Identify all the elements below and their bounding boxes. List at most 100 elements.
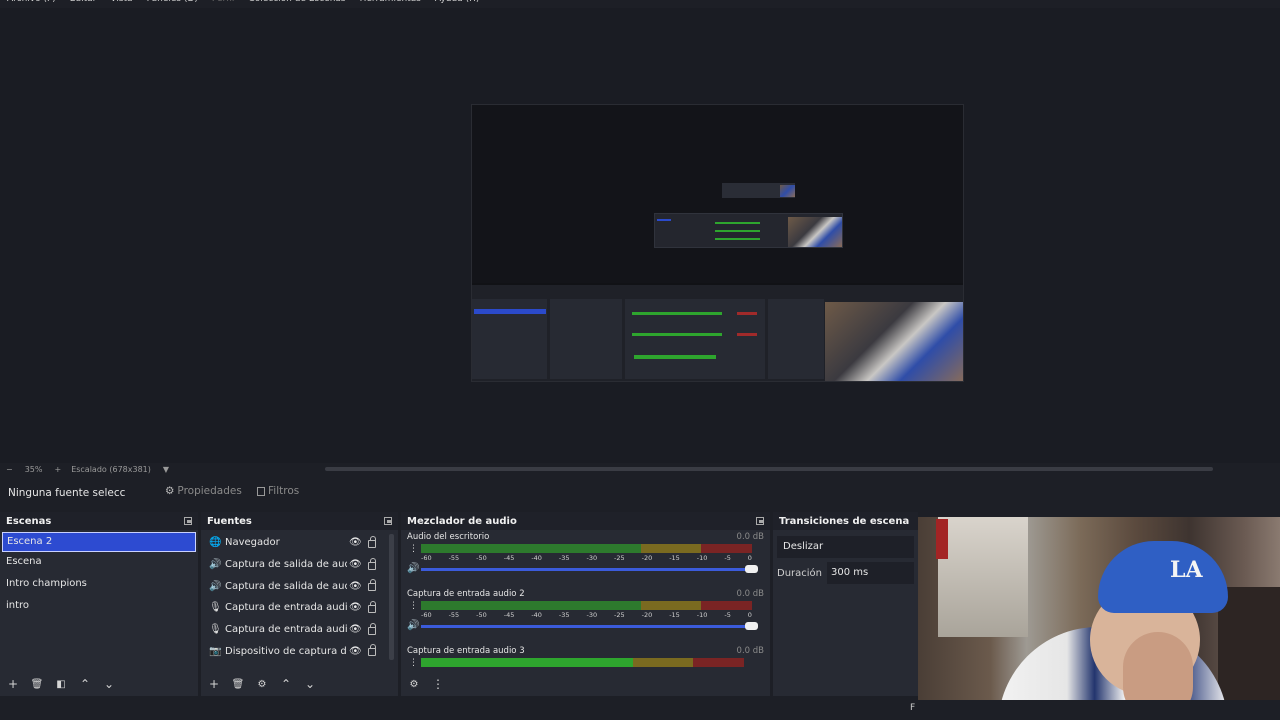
menu-bar: Archivo (F) Editar Vista Paneles (D) Per… <box>0 0 1280 8</box>
remove-scene-button[interactable]: 🗑 <box>30 679 44 690</box>
source-item[interactable]: 📷 Dispositivo de captura de video 👁 <box>201 640 398 662</box>
visibility-eye-icon[interactable]: 👁 <box>349 624 362 635</box>
preview-canvas[interactable] <box>471 104 964 382</box>
nested-webcam-medium <box>788 217 842 247</box>
speaker-icon: 🔊 <box>209 559 222 571</box>
speaker-icon[interactable]: 🔊 <box>407 563 419 574</box>
scene-item[interactable]: Intro champions <box>0 574 198 596</box>
visibility-eye-icon[interactable]: 👁 <box>349 602 362 613</box>
audio-mixer-dock: Mezclador de audio Audio del escritorio 0… <box>401 512 770 696</box>
duration-row: Duración 300 ms <box>777 562 914 584</box>
volume-slider[interactable] <box>421 622 758 630</box>
duration-input[interactable]: 300 ms <box>827 562 914 584</box>
advanced-audio-settings-icon[interactable]: ⚙ <box>407 679 421 690</box>
speaker-icon[interactable]: 🔊 <box>407 620 419 631</box>
transitions-title: Transiciones de escena <box>779 515 910 527</box>
mixer-channel: Captura de entrada audio 3 0.0 dB ⋮ <box>401 644 770 674</box>
lock-icon[interactable] <box>368 579 376 592</box>
menu-file[interactable]: Archivo (F) <box>0 0 63 8</box>
volume-slider[interactable] <box>421 565 758 573</box>
source-label: Captura de entrada audio 3 <box>225 602 347 614</box>
browser-icon: 🌐 <box>209 537 222 549</box>
lock-icon[interactable] <box>368 644 376 657</box>
undock-icon[interactable] <box>384 517 392 525</box>
move-scene-down-button[interactable]: ⌄ <box>102 677 116 691</box>
remove-source-button[interactable]: 🗑 <box>231 679 245 690</box>
channel-db: 0.0 dB <box>736 589 764 599</box>
source-item[interactable]: 🌐 Navegador 👁 <box>201 532 398 554</box>
volume-slider-handle[interactable] <box>745 565 758 573</box>
microphone-icon: 🎙 <box>209 624 222 636</box>
visibility-eye-icon[interactable]: 👁 <box>349 581 362 592</box>
sources-scrollbar[interactable] <box>389 534 394 660</box>
lock-icon[interactable] <box>368 622 376 635</box>
channel-name: Captura de entrada audio 3 <box>407 646 525 656</box>
sources-dock-header: Fuentes <box>201 512 398 530</box>
mixer-dock-header: Mezclador de audio <box>401 512 770 530</box>
menu-edit[interactable]: Editar <box>63 0 104 8</box>
status-bar: F <box>0 700 1280 720</box>
scene-transitions-dock: Transiciones de escena Deslizar Duración… <box>773 512 918 696</box>
mixer-menu-icon[interactable]: ⋮ <box>431 677 445 691</box>
meter-ticks: -60 -55 -50 -45 -40 -35 -30 -25 -20 -15 -10 -5 0 <box>421 611 752 619</box>
scene-item[interactable]: Escena <box>0 552 198 574</box>
visibility-eye-icon[interactable]: 👁 <box>349 559 362 570</box>
source-label: Dispositivo de captura de video <box>225 645 347 657</box>
visibility-eye-icon[interactable]: 👁 <box>349 646 362 657</box>
menu-tools[interactable]: Herramientas <box>353 0 428 8</box>
source-item[interactable]: 🎙 Captura de entrada audio 3 👁 <box>201 597 398 619</box>
scene-item[interactable]: intro <box>0 596 198 618</box>
scene-item[interactable]: Escena 2 <box>2 532 196 552</box>
menu-profile[interactable]: Perfil <box>205 0 242 8</box>
transition-select[interactable]: Deslizar <box>777 536 914 558</box>
nested-webcam-large <box>825 302 963 381</box>
add-source-button[interactable]: + <box>207 677 221 691</box>
menu-docks[interactable]: Paneles (D) <box>140 0 205 8</box>
add-scene-button[interactable]: + <box>6 677 20 691</box>
mixer-title: Mezclador de audio <box>407 515 517 527</box>
undock-icon[interactable] <box>756 517 764 525</box>
source-item[interactable]: 🔊 Captura de salida de audio 3 👁 <box>201 554 398 576</box>
filters-label: Filtros <box>268 485 300 497</box>
move-source-up-button[interactable]: ⌃ <box>279 677 293 691</box>
channel-menu-icon[interactable]: ⋮ <box>409 658 418 668</box>
volume-slider-handle[interactable] <box>745 622 758 630</box>
volume-meter <box>421 658 752 667</box>
filters-button[interactable]: Filtros <box>257 485 299 497</box>
mixer-channel: Audio del escritorio 0.0 dB ⋮ -60 -55 -50 -4… <box>401 530 770 587</box>
nested-preview <box>472 105 963 283</box>
nested-webcam-tiny <box>780 185 795 197</box>
zoom-in-button[interactable]: + <box>54 465 61 474</box>
source-label: Captura de salida de audio 3 <box>225 559 347 571</box>
mixer-channel: Captura de entrada audio 2 0.0 dB ⋮ -60 -5… <box>401 587 770 644</box>
preview-area[interactable] <box>0 8 1280 463</box>
scene-filters-button[interactable]: ◧ <box>54 679 68 690</box>
channel-menu-icon[interactable]: ⋮ <box>409 601 418 611</box>
duration-label: Duración <box>777 567 823 579</box>
speaker-icon: 🔊 <box>209 580 222 592</box>
lock-icon[interactable] <box>368 536 376 548</box>
scenes-toolbar: + 🗑 ◧ ⌃ ⌄ <box>0 672 198 696</box>
gear-icon: ⚙ <box>165 485 175 497</box>
preview-horizontal-scrollbar[interactable] <box>325 467 1213 471</box>
properties-button[interactable]: ⚙ Propiedades <box>165 485 242 497</box>
lock-icon[interactable] <box>368 557 376 570</box>
lock-icon[interactable] <box>368 601 376 614</box>
menu-scene-collection[interactable]: Colección de Escenas <box>241 0 352 8</box>
scaling-dropdown-icon[interactable]: ▼ <box>163 465 169 474</box>
source-item[interactable]: 🔊 Captura de salida de audio 2 👁 <box>201 575 398 597</box>
transitions-dock-header: Transiciones de escena <box>773 512 918 530</box>
source-properties-button[interactable]: ⚙ <box>255 679 269 690</box>
camera-icon: 📷 <box>209 645 222 657</box>
move-source-down-button[interactable]: ⌄ <box>303 677 317 691</box>
selected-source-label: Ninguna fuente seleccionada <box>8 487 126 499</box>
zoom-out-button[interactable]: − <box>6 465 13 474</box>
undock-icon[interactable] <box>184 517 192 525</box>
menu-help[interactable]: Ayuda (H) <box>428 0 486 8</box>
source-item[interactable]: 🎙 Captura de entrada audio 2 👁 <box>201 619 398 641</box>
source-label: Captura de entrada audio 2 <box>225 624 347 636</box>
menu-view[interactable]: Vista <box>103 0 139 8</box>
move-scene-up-button[interactable]: ⌃ <box>78 677 92 691</box>
channel-menu-icon[interactable]: ⋮ <box>409 544 418 554</box>
visibility-eye-icon[interactable]: 👁 <box>349 537 362 548</box>
